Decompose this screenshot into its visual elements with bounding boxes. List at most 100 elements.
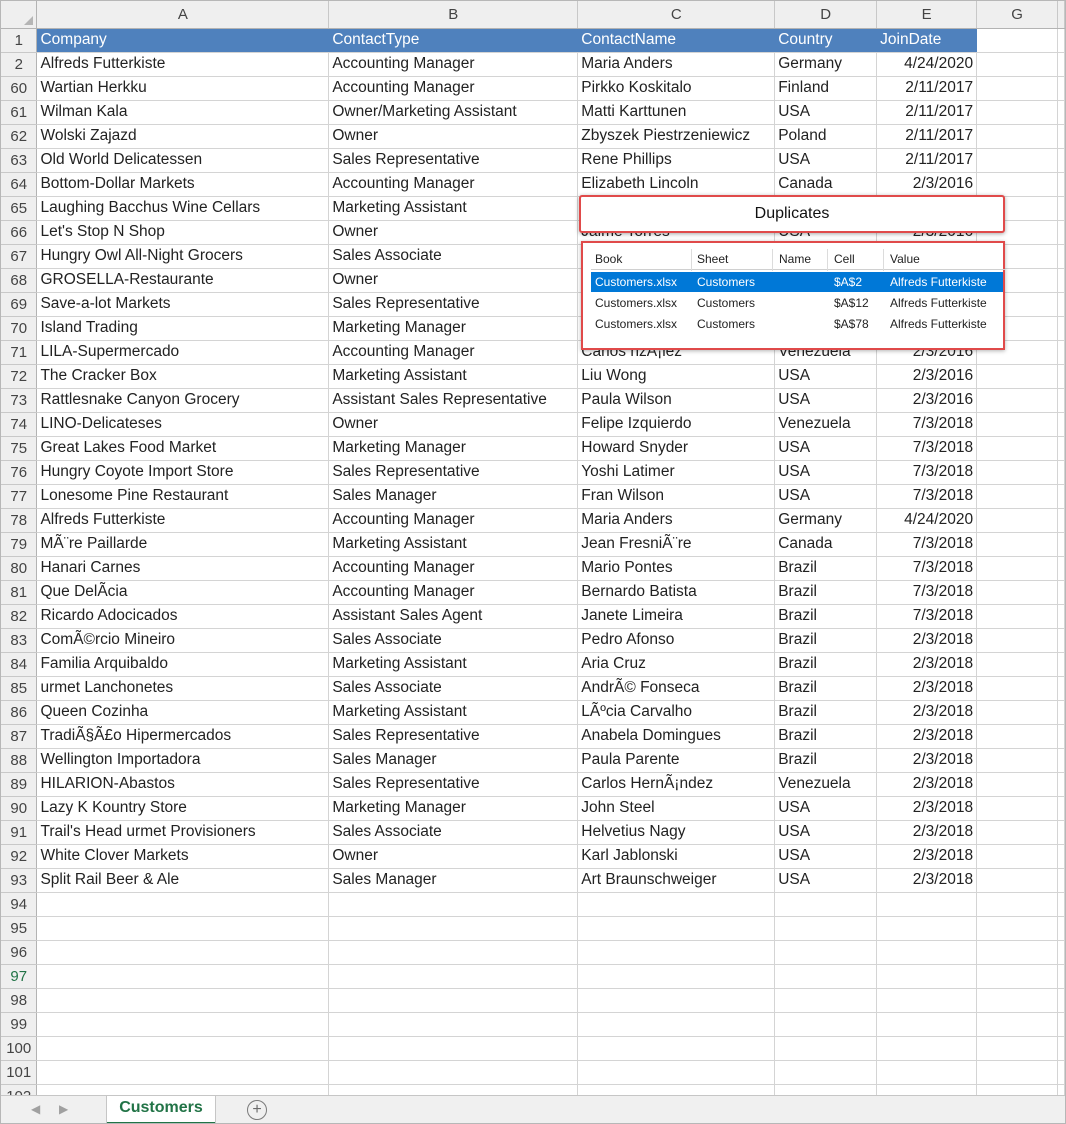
cell[interactable]	[876, 964, 978, 989]
cell[interactable]	[976, 652, 1058, 677]
cell[interactable]: Sales Associate	[328, 628, 579, 653]
cell[interactable]: Germany	[774, 52, 878, 77]
cell[interactable]	[1057, 916, 1065, 941]
cell[interactable]: USA	[774, 460, 878, 485]
cell[interactable]	[1057, 172, 1065, 197]
row-header[interactable]: 95	[1, 916, 38, 941]
cell[interactable]: Brazil	[774, 748, 878, 773]
header-cell[interactable]: Country	[774, 28, 878, 53]
cell[interactable]	[1057, 580, 1065, 605]
cell[interactable]: Owner	[328, 844, 579, 869]
cell[interactable]	[577, 1060, 776, 1085]
cell[interactable]: USA	[774, 388, 878, 413]
cell[interactable]	[1057, 892, 1065, 917]
cell[interactable]	[774, 1012, 878, 1037]
cell[interactable]	[36, 964, 330, 989]
cell[interactable]	[1057, 748, 1065, 773]
cell[interactable]: Alfreds Futterkiste	[36, 508, 330, 533]
prev-sheet-arrow-icon[interactable]: ◀	[31, 1102, 40, 1116]
next-sheet-arrow-icon[interactable]: ▶	[59, 1102, 68, 1116]
row-header[interactable]: 97	[1, 964, 38, 989]
cell[interactable]	[876, 940, 978, 965]
cell[interactable]	[976, 52, 1058, 77]
cell[interactable]: Bernardo Batista	[577, 580, 776, 605]
cell[interactable]	[36, 1012, 330, 1037]
cell[interactable]: Karl Jablonski	[577, 844, 776, 869]
column-header[interactable]: D	[774, 1, 878, 29]
cell[interactable]	[876, 988, 978, 1013]
cell[interactable]: 2/3/2018	[876, 700, 978, 725]
cell[interactable]: Aria Cruz	[577, 652, 776, 677]
cell[interactable]	[1057, 940, 1065, 965]
cell[interactable]: Hanari Carnes	[36, 556, 330, 581]
cell[interactable]: The Cracker Box	[36, 364, 330, 389]
cell[interactable]	[774, 1060, 878, 1085]
cell[interactable]	[1057, 316, 1065, 341]
cell[interactable]	[577, 940, 776, 965]
select-all-corner[interactable]	[1, 1, 38, 29]
cell[interactable]: Accounting Manager	[328, 508, 579, 533]
cell[interactable]: Marketing Assistant	[328, 196, 579, 221]
cell[interactable]: Accounting Manager	[328, 172, 579, 197]
cell[interactable]: Owner	[328, 268, 579, 293]
cell[interactable]	[774, 1036, 878, 1061]
cell[interactable]: 2/11/2017	[876, 124, 978, 149]
cell[interactable]: Marketing Assistant	[328, 700, 579, 725]
row-header[interactable]: 100	[1, 1036, 38, 1061]
cell[interactable]	[1057, 700, 1065, 725]
cell[interactable]	[577, 1036, 776, 1061]
cell[interactable]	[976, 148, 1058, 173]
cell[interactable]: Sales Representative	[328, 724, 579, 749]
cell[interactable]: LINO-Delicateses	[36, 412, 330, 437]
cell[interactable]: Owner	[328, 412, 579, 437]
cell[interactable]: Sales Associate	[328, 244, 579, 269]
cell[interactable]	[976, 628, 1058, 653]
cell[interactable]: 2/3/2016	[876, 388, 978, 413]
cell[interactable]: Queen Cozinha	[36, 700, 330, 725]
cell[interactable]	[328, 1012, 579, 1037]
cell[interactable]	[1057, 460, 1065, 485]
cell[interactable]: Accounting Manager	[328, 340, 579, 365]
row-header[interactable]: 91	[1, 820, 38, 845]
cell[interactable]: Great Lakes Food Market	[36, 436, 330, 461]
header-cell[interactable]: ContactType	[328, 28, 579, 53]
cell[interactable]: White Clover Markets	[36, 844, 330, 869]
cell[interactable]: Venezuela	[774, 772, 878, 797]
cell[interactable]	[976, 748, 1058, 773]
cell[interactable]: 2/3/2018	[876, 628, 978, 653]
cell[interactable]: Maria Anders	[577, 52, 776, 77]
cell[interactable]: Sales Associate	[328, 676, 579, 701]
cell[interactable]: 2/3/2018	[876, 652, 978, 677]
cell[interactable]: Paula Parente	[577, 748, 776, 773]
cell[interactable]: Owner	[328, 220, 579, 245]
cell[interactable]: Pedro Afonso	[577, 628, 776, 653]
row-header[interactable]: 90	[1, 796, 38, 821]
cell[interactable]	[976, 988, 1058, 1013]
cell[interactable]: Howard Snyder	[577, 436, 776, 461]
cell[interactable]: 2/3/2016	[876, 364, 978, 389]
row-header[interactable]: 92	[1, 844, 38, 869]
cell[interactable]	[1057, 364, 1065, 389]
cell[interactable]	[36, 1060, 330, 1085]
cell[interactable]: Laughing Bacchus Wine Cellars	[36, 196, 330, 221]
cell[interactable]	[976, 1036, 1058, 1061]
row-header[interactable]: 71	[1, 340, 38, 365]
row-header[interactable]: 96	[1, 940, 38, 965]
cell[interactable]: Hungry Coyote Import Store	[36, 460, 330, 485]
cell[interactable]	[1057, 292, 1065, 317]
duplicate-item[interactable]: Customers.xlsx Customers $A$12 Alfreds Futt…	[591, 293, 1003, 313]
cell[interactable]: USA	[774, 844, 878, 869]
row-header[interactable]: 99	[1, 1012, 38, 1037]
cell[interactable]: Maria Anders	[577, 508, 776, 533]
cell[interactable]	[876, 916, 978, 941]
cell[interactable]: Save-a-lot Markets	[36, 292, 330, 317]
cell[interactable]: Accounting Manager	[328, 580, 579, 605]
cell[interactable]	[976, 820, 1058, 845]
cell[interactable]	[1057, 268, 1065, 293]
cell[interactable]: USA	[774, 364, 878, 389]
cell[interactable]: Yoshi Latimer	[577, 460, 776, 485]
cell[interactable]: Carlos HernÃ¡ndez	[577, 772, 776, 797]
row-header[interactable]: 85	[1, 676, 38, 701]
cell[interactable]: USA	[774, 484, 878, 509]
cell[interactable]: Sales Representative	[328, 772, 579, 797]
